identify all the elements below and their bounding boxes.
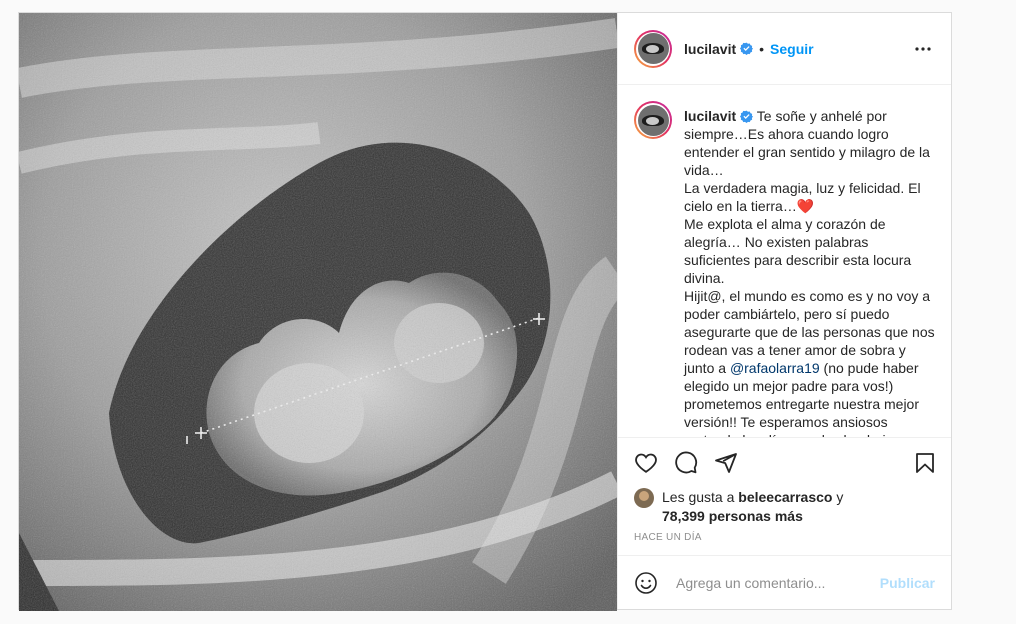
- likes-text: Les gusta a beleecarrasco y 78,399 perso…: [662, 488, 843, 526]
- comments-area[interactable]: lucilavit Te soñe y anhelé por siempre…E…: [618, 85, 951, 438]
- caption-username[interactable]: lucilavit: [684, 108, 736, 124]
- caption-body: Te soñe y anhelé por siempre…Es ahora cu…: [684, 108, 935, 376]
- separator-dot: •: [759, 40, 765, 57]
- post-header: lucilavit • Seguir: [618, 13, 951, 85]
- avatar-image: [637, 104, 669, 136]
- likes-and: y: [836, 489, 844, 505]
- more-options-icon[interactable]: [911, 37, 935, 61]
- paper-plane-icon[interactable]: [714, 451, 738, 475]
- liker-username[interactable]: beleecarrasco: [738, 489, 832, 505]
- publish-button[interactable]: Publicar: [880, 575, 935, 591]
- post-caption: lucilavit Te soñe y anhelé por siempre…E…: [634, 101, 935, 437]
- post-timestamp[interactable]: Hace un día: [618, 526, 951, 555]
- likes-summary: Les gusta a beleecarrasco y 78,399 perso…: [618, 488, 951, 526]
- emoji-icon[interactable]: [634, 571, 658, 595]
- instagram-post: lucilavit • Seguir lucilavit Te soñe y a…: [18, 12, 952, 611]
- caption-author-avatar[interactable]: [634, 101, 672, 139]
- likes-prefix: Les gusta a: [662, 489, 735, 505]
- comment-input[interactable]: [674, 573, 880, 592]
- post-image-ultrasound[interactable]: [19, 13, 617, 611]
- avatar-border: [636, 103, 670, 137]
- liker-avatar[interactable]: [634, 488, 654, 508]
- ultrasound-graphic: [19, 13, 617, 611]
- post-side-panel: lucilavit • Seguir lucilavit Te soñe y a…: [617, 13, 951, 609]
- avatar-image: [637, 33, 669, 64]
- likes-count[interactable]: 78,399 personas más: [662, 508, 803, 524]
- verified-badge-icon: [740, 110, 754, 123]
- add-comment-bar: Publicar: [618, 555, 951, 609]
- comment-bubble-icon[interactable]: [674, 451, 698, 475]
- avatar-border: [636, 31, 670, 66]
- follow-button[interactable]: Seguir: [770, 41, 814, 57]
- verified-badge-icon: [740, 42, 754, 55]
- author-username[interactable]: lucilavit: [684, 41, 736, 57]
- heart-icon[interactable]: [634, 451, 658, 475]
- mention-link[interactable]: @rafaolarra19: [730, 360, 820, 376]
- bookmark-icon[interactable]: [913, 451, 937, 475]
- caption-text: lucilavit Te soñe y anhelé por siempre…E…: [684, 101, 935, 437]
- author-avatar[interactable]: [634, 29, 672, 68]
- action-bar: [618, 438, 951, 488]
